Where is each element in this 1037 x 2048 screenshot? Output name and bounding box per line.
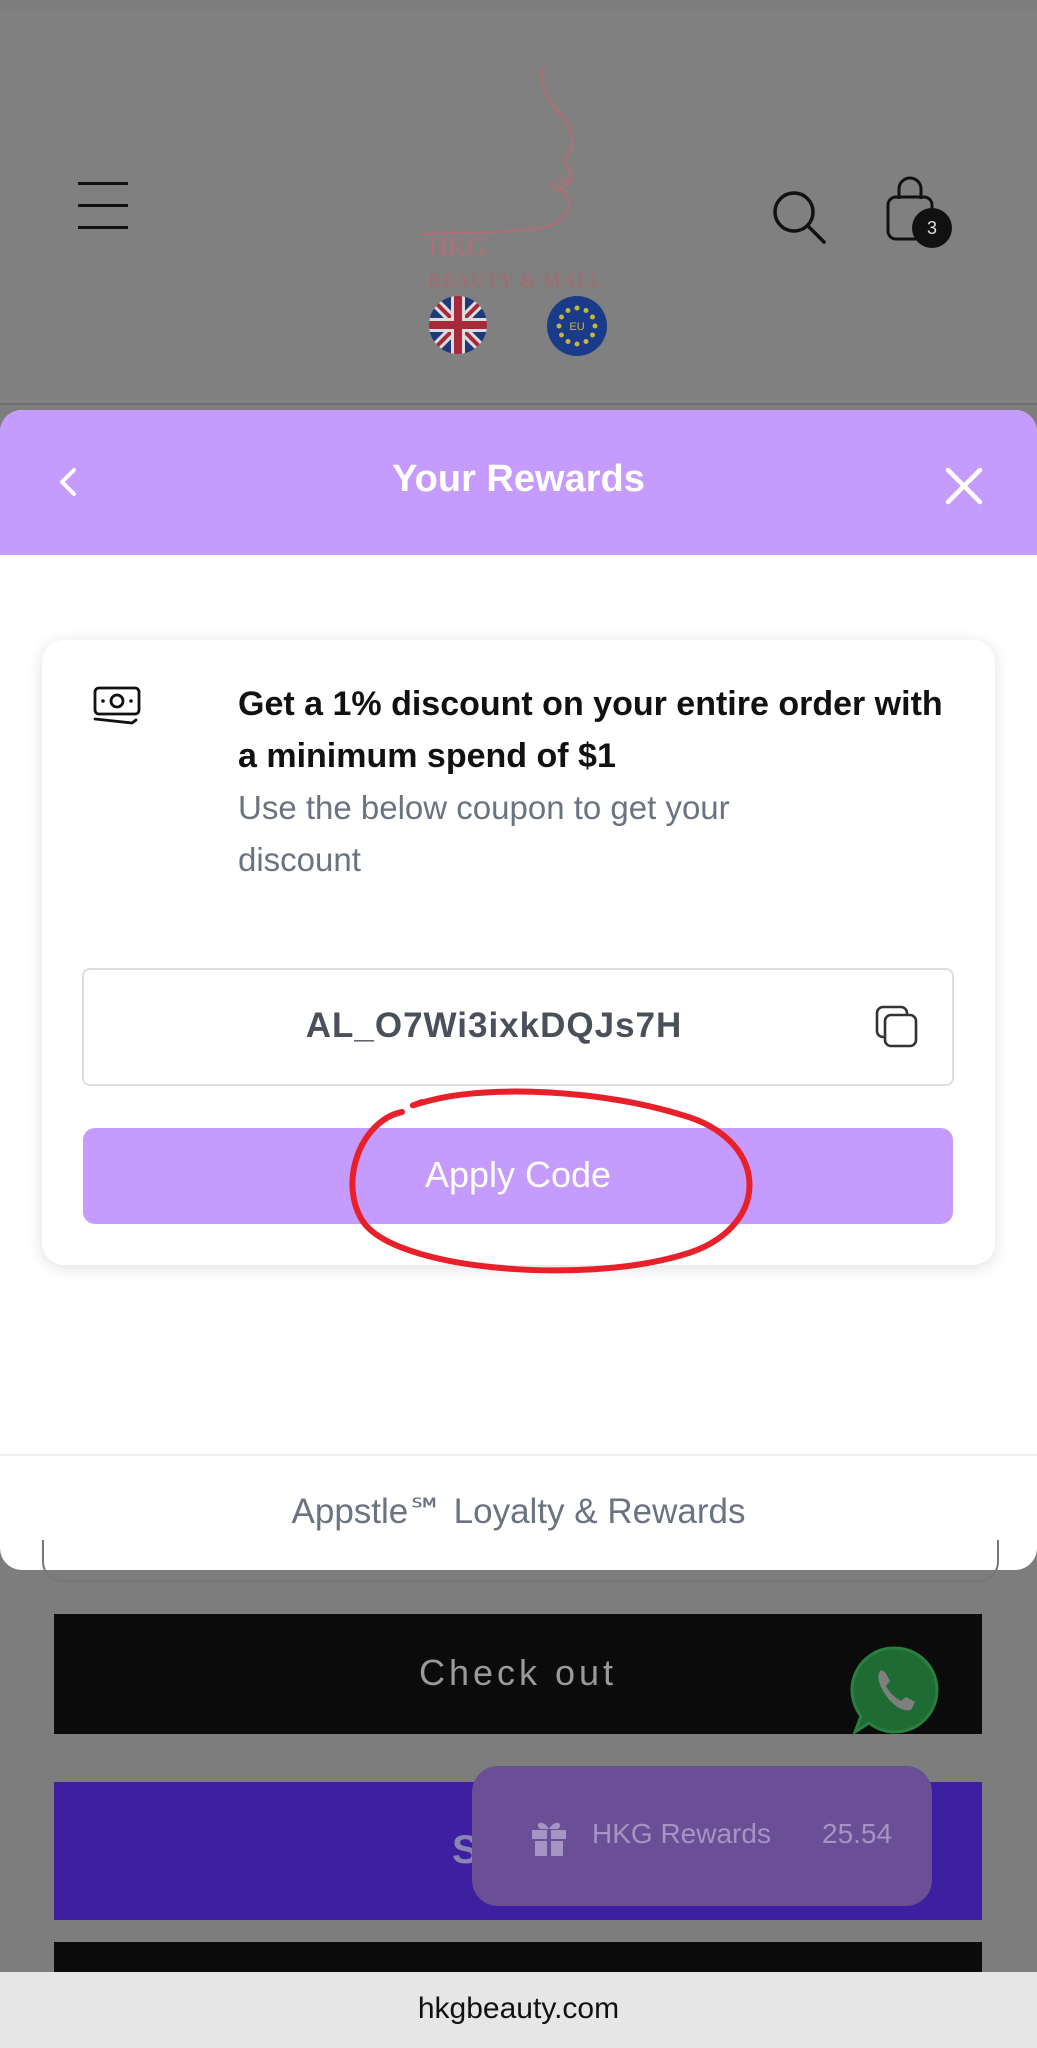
cart-button[interactable]: 3 xyxy=(882,175,962,255)
logo-subtext: BEAUTY & MALL xyxy=(428,270,604,292)
copy-icon[interactable] xyxy=(874,1004,920,1050)
money-icon xyxy=(92,685,142,727)
rewards-modal: Your Rewards Get a 1% discount on your e… xyxy=(0,410,1037,1570)
modal-footer-divider xyxy=(0,1454,1037,1456)
gift-icon xyxy=(528,1816,570,1858)
checkout-button[interactable]: Check out xyxy=(54,1614,982,1734)
cart-card-edge xyxy=(42,1540,999,1582)
coupon-code-field[interactable]: AL_O7Wi3ixkDQJs7H xyxy=(82,968,954,1086)
payment-button[interactable] xyxy=(54,1942,982,1972)
modal-title: Your Rewards xyxy=(392,458,645,500)
search-icon[interactable] xyxy=(770,188,830,248)
modal-footer: Appstle℠ Loyalty & Rewards xyxy=(291,1492,746,1531)
checkout-label: Check out xyxy=(418,1652,618,1693)
apply-code-button[interactable]: Apply Code xyxy=(83,1128,953,1224)
site-header: HKG BEAUTY & MALL 3 xyxy=(0,10,1037,405)
whatsapp-icon[interactable] xyxy=(845,1640,945,1740)
logo-text: HKG xyxy=(428,232,487,262)
close-icon[interactable] xyxy=(940,462,988,510)
rewards-launcher[interactable]: HKG Rewards 25.54 xyxy=(472,1766,932,1906)
svg-text:EU: EU xyxy=(569,321,584,333)
rewards-label: HKG Rewards xyxy=(592,1818,771,1849)
browser-url-bar[interactable]: hkgbeauty.com xyxy=(0,1972,1037,2048)
reward-card: Get a 1% discount on your entire order w… xyxy=(42,640,995,1274)
uk-flag-icon[interactable] xyxy=(429,296,487,354)
url-text: hkgbeauty.com xyxy=(417,1992,620,2025)
cart-count-badge: 3 xyxy=(912,208,952,248)
reward-description: Use the below coupon to get your discoun… xyxy=(238,789,730,878)
modal-header: Your Rewards xyxy=(0,410,1037,555)
eu-flag-icon[interactable]: EU xyxy=(547,296,607,356)
header-divider xyxy=(0,403,1037,405)
site-logo[interactable]: HKG BEAUTY & MALL xyxy=(417,60,630,300)
rewards-points: 25.54 xyxy=(822,1818,893,1849)
apply-code-label: Apply Code xyxy=(424,1154,612,1195)
reward-title: Get a 1% discount on your entire order w… xyxy=(238,685,943,775)
coupon-code: AL_O7Wi3ixkDQJs7H xyxy=(305,1006,683,1045)
face-profile-icon xyxy=(417,65,574,236)
menu-icon[interactable] xyxy=(78,182,128,232)
